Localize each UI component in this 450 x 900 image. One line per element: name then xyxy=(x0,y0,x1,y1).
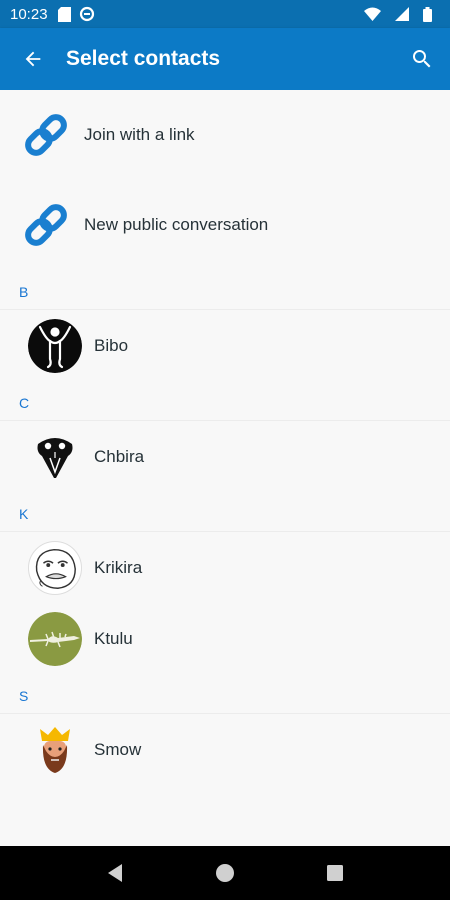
section-header-b: B xyxy=(0,270,450,310)
app-bar: Select contacts xyxy=(0,28,450,90)
cell-signal-icon xyxy=(395,7,409,21)
contact-row-smow[interactable]: Smow xyxy=(0,714,450,785)
section-header-s: S xyxy=(0,674,450,714)
link-icon xyxy=(20,109,72,161)
new-public-conversation-label: New public conversation xyxy=(84,215,269,234)
contact-row-chbira[interactable]: Chbira xyxy=(0,421,450,492)
arrow-back-icon xyxy=(25,51,41,67)
nav-back-button[interactable] xyxy=(95,853,135,893)
contact-row-krikira[interactable]: Krikira xyxy=(0,532,450,603)
page-title: Select contacts xyxy=(66,47,221,70)
status-bar: 10:23 xyxy=(0,0,450,28)
status-time: 10:23 xyxy=(10,5,48,23)
back-button[interactable] xyxy=(0,28,66,90)
section-header-k: K xyxy=(0,492,450,532)
battery-icon xyxy=(423,6,432,22)
link-icon xyxy=(20,199,72,251)
system-nav-bar xyxy=(0,846,450,900)
avatar xyxy=(28,611,82,666)
search-icon xyxy=(413,50,431,68)
contact-name: Chbira xyxy=(94,446,145,466)
triangle-back-icon xyxy=(108,864,122,882)
contact-name: Smow xyxy=(94,739,142,759)
contact-name: Ktulu xyxy=(94,628,133,648)
new-public-conversation-row[interactable]: New public conversation xyxy=(0,180,450,270)
circle-home-icon xyxy=(216,864,234,882)
avatar xyxy=(28,318,82,373)
nav-home-button[interactable] xyxy=(205,853,245,893)
join-with-link-row[interactable]: Join with a link xyxy=(0,90,450,180)
square-recents-icon xyxy=(327,865,343,881)
data-saver-icon xyxy=(79,6,95,22)
avatar xyxy=(28,722,82,777)
avatar xyxy=(28,429,82,484)
contact-name: Bibo xyxy=(94,335,129,355)
sd-card-icon xyxy=(57,6,71,22)
contact-row-ktulu[interactable]: Ktulu xyxy=(0,603,450,674)
contacts-list: Join with a link New public conversation… xyxy=(0,90,450,846)
nav-recents-button[interactable] xyxy=(315,853,355,893)
wifi-icon xyxy=(364,7,381,21)
contact-name: Krikira xyxy=(94,557,143,577)
contact-row-bibo[interactable]: Bibo xyxy=(0,310,450,381)
avatar xyxy=(28,540,82,595)
join-with-link-label: Join with a link xyxy=(84,125,195,144)
section-header-c: C xyxy=(0,381,450,421)
search-button[interactable] xyxy=(394,28,450,90)
